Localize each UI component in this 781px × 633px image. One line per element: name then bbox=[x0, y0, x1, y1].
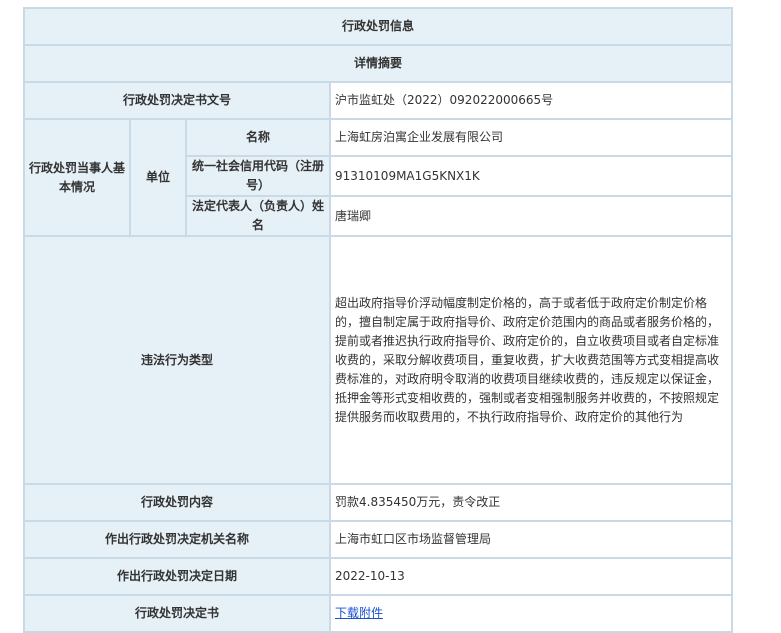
summary-heading: 详情摘要 bbox=[22, 44, 734, 83]
table-row: 行政处罚决定书 下载附件 bbox=[23, 594, 734, 633]
penalty-info-table: 行政处罚信息 详情摘要 行政处罚决定书文号 沪市监虹处（2022）0920220… bbox=[22, 7, 734, 633]
table-row: 行政处罚当事人基本情况 单位 名称 上海虹房泊寓企业发展有限公司 bbox=[23, 118, 734, 237]
decision-no-label: 行政处罚决定书文号 bbox=[23, 81, 331, 120]
authority-value: 上海市虹口区市场监督管理局 bbox=[328, 520, 734, 559]
penalty-content-label: 行政处罚内容 bbox=[23, 483, 331, 522]
authority-label: 作出行政处罚决定机关名称 bbox=[23, 520, 331, 559]
table-row: 行政处罚决定书文号 沪市监虹处（2022）092022000665号 bbox=[23, 81, 734, 120]
party-label: 行政处罚当事人基本情况 bbox=[23, 118, 131, 237]
table-row: 违法行为类型 超出政府指导价浮动幅度制定价格的，高于或者低于政府定价制定价格的，… bbox=[23, 235, 734, 485]
date-label: 作出行政处罚决定日期 bbox=[23, 557, 331, 596]
credit-code-value: 91310109MA1G5KNX1K bbox=[328, 155, 734, 197]
summary-row: 详情摘要 bbox=[22, 44, 734, 83]
document-label: 行政处罚决定书 bbox=[23, 594, 331, 633]
download-attachment-link[interactable]: 下载附件 bbox=[335, 606, 383, 620]
credit-code-label: 统一社会信用代码（注册号） bbox=[185, 155, 331, 197]
unit-label: 单位 bbox=[129, 118, 187, 237]
penalty-content-value: 罚款4.835450万元，责令改正 bbox=[328, 483, 734, 522]
legal-rep-value: 唐瑞卿 bbox=[328, 195, 734, 237]
table-row: 行政处罚内容 罚款4.835450万元，责令改正 bbox=[23, 483, 734, 522]
violation-type-value: 超出政府指导价浮动幅度制定价格的，高于或者低于政府定价制定价格的，擅自制定属于政… bbox=[328, 235, 734, 485]
table-title-row: 行政处罚信息 bbox=[22, 7, 734, 46]
violation-type-label: 违法行为类型 bbox=[23, 235, 331, 485]
name-value: 上海虹房泊寓企业发展有限公司 bbox=[328, 118, 734, 157]
document-cell: 下载附件 bbox=[328, 594, 734, 633]
legal-rep-label: 法定代表人（负责人）姓名 bbox=[185, 195, 331, 237]
table-row: 作出行政处罚决定机关名称 上海市虹口区市场监督管理局 bbox=[23, 520, 734, 559]
table-row: 作出行政处罚决定日期 2022-10-13 bbox=[23, 557, 734, 596]
table-title: 行政处罚信息 bbox=[22, 7, 734, 46]
name-label: 名称 bbox=[185, 118, 331, 157]
date-value: 2022-10-13 bbox=[328, 557, 734, 596]
decision-no-value: 沪市监虹处（2022）092022000665号 bbox=[328, 81, 734, 120]
